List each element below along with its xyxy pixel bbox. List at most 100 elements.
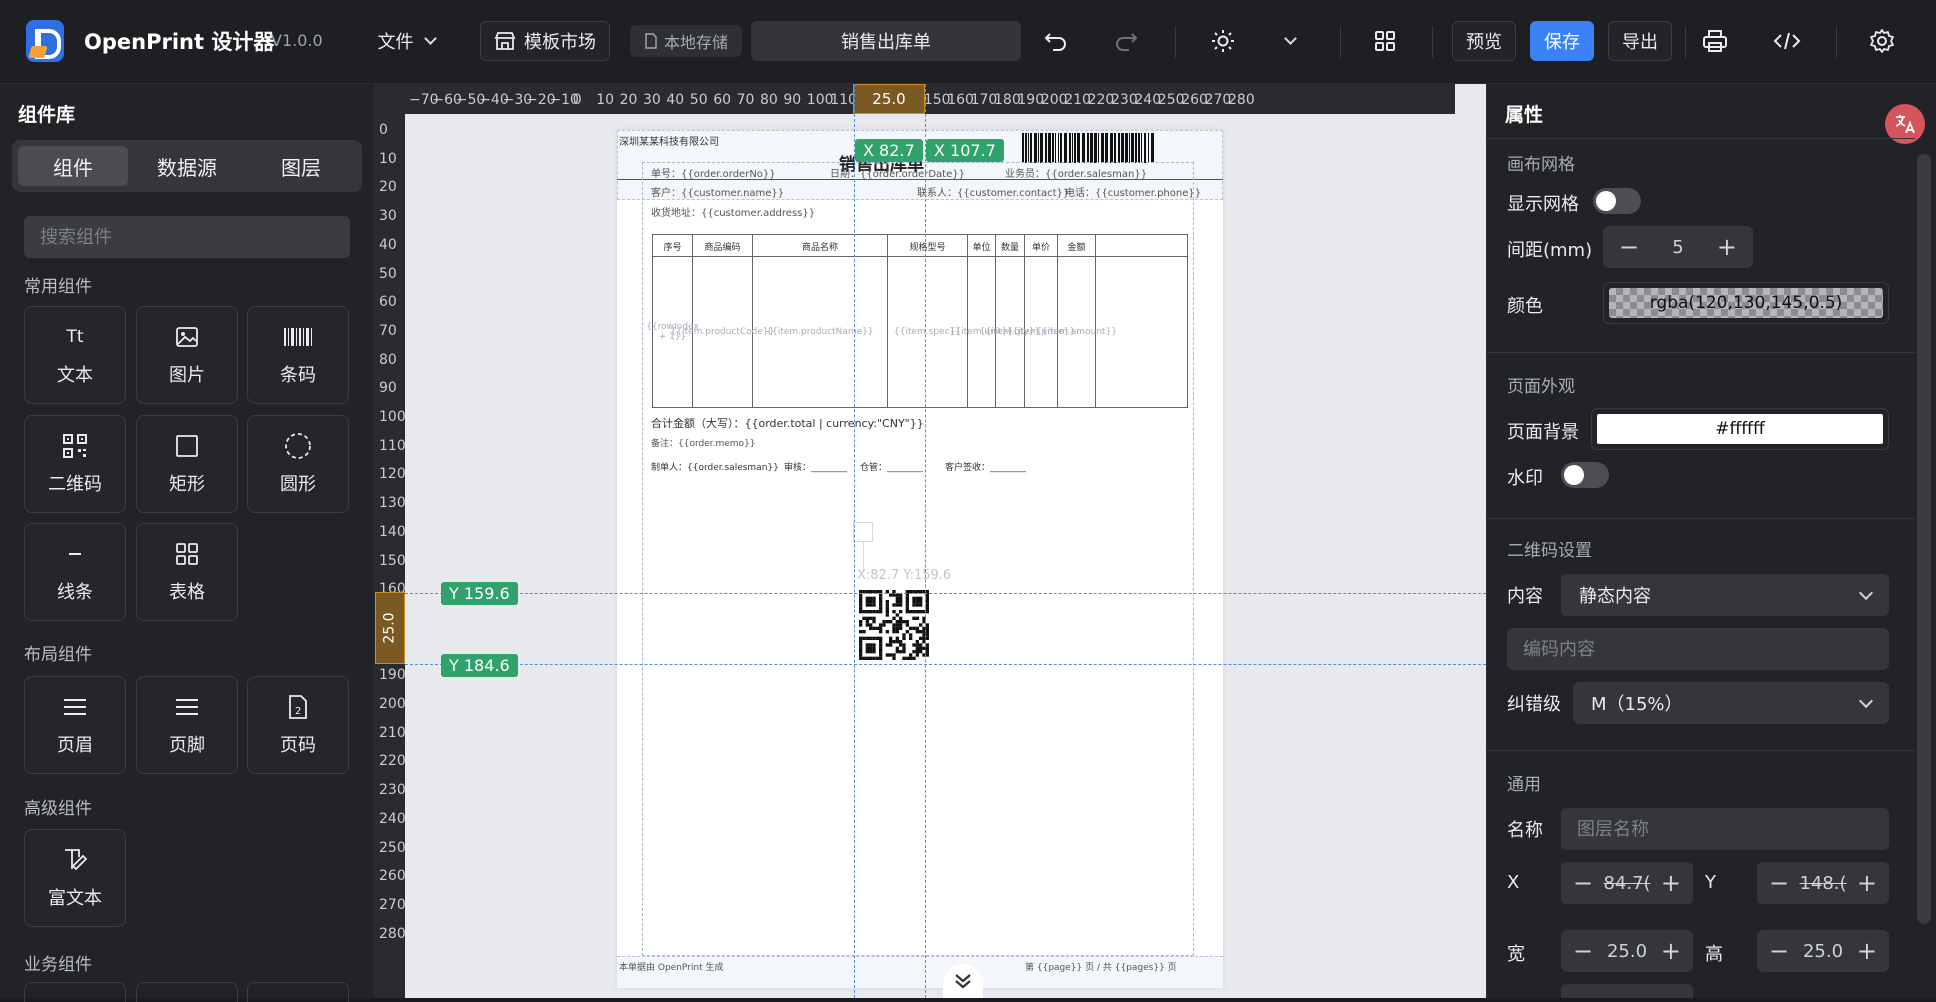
qr-module — [859, 653, 863, 657]
barcode-bar — [1131, 133, 1134, 163]
component-business-partial[interactable] — [136, 982, 238, 1002]
qr-module — [895, 600, 899, 604]
qr-module — [859, 643, 863, 647]
barcode-bar — [1074, 133, 1076, 163]
tab-components[interactable]: 组件 — [18, 146, 128, 186]
phone-field: 电话：{{customer.phone}} — [1065, 188, 1202, 199]
component-rectangle[interactable]: 矩形 — [136, 415, 238, 513]
qr-module — [879, 610, 883, 614]
svg-text:2: 2 — [295, 706, 301, 717]
undo-button[interactable] — [1036, 21, 1076, 61]
y-stepper[interactable]: − 148.( + — [1757, 862, 1889, 904]
design-canvas[interactable]: −70 −60 −50 −40 −30 −20 −10 0 10 20 30 40 50 60 70 80 90… — [375, 84, 1486, 998]
vertical-ruler[interactable]: 0 10 20 30 40 50 60 70 80 90 100 110 120 130 140 150 160… — [375, 114, 406, 998]
export-button[interactable]: 导出 — [1608, 21, 1672, 61]
minus-icon[interactable]: − — [1573, 871, 1593, 895]
collapse-handle[interactable] — [943, 964, 983, 998]
width-stepper[interactable]: − 25.0 + — [1561, 930, 1693, 972]
print-page[interactable]: 深圳某某科技有限公司 销售出库单 单号：{{order.orderNo}} 日期… — [617, 130, 1223, 988]
plus-icon[interactable]: + — [1857, 871, 1877, 895]
rotation-stepper-partial[interactable] — [1561, 984, 1693, 998]
component-qrcode[interactable]: 二维码 — [24, 415, 126, 513]
component-header[interactable]: 页眉 — [24, 676, 126, 774]
qr-module — [859, 600, 863, 604]
component-table[interactable]: 表格 — [136, 523, 238, 621]
plus-icon[interactable]: + — [1857, 939, 1877, 963]
qr-module — [872, 626, 876, 630]
plus-icon[interactable]: + — [1661, 871, 1681, 895]
theme-toggle-button[interactable] — [1202, 21, 1244, 61]
watermark-toggle[interactable] — [1561, 462, 1609, 488]
items-table[interactable]: 序号 {{rowIndex + 1}} 商品编码 {{item.productCode… — [646, 234, 1188, 408]
settings-button[interactable] — [1862, 21, 1902, 61]
qr-module — [899, 620, 903, 624]
document-name-field[interactable]: 销售出库单 — [751, 21, 1021, 61]
component-search-input[interactable] — [24, 216, 350, 258]
component-business-partial[interactable] — [247, 982, 349, 1002]
plus-icon[interactable]: + — [1717, 235, 1737, 259]
plus-icon[interactable]: + — [1661, 939, 1681, 963]
ruler-tick-label: 130 — [379, 495, 406, 512]
qr-module — [859, 620, 863, 624]
theme-dropdown-button[interactable] — [1272, 21, 1308, 61]
component-rich-text[interactable]: 富文本 — [24, 829, 126, 927]
tab-layers[interactable]: 图层 — [246, 146, 356, 186]
qr-module — [892, 603, 896, 607]
save-button[interactable]: 保存 — [1530, 21, 1594, 61]
component-image[interactable]: 图片 — [136, 306, 238, 404]
barcode-bar — [1118, 133, 1120, 163]
qr-module — [895, 626, 899, 630]
qr-content-select[interactable]: 静态内容 — [1561, 574, 1889, 616]
drag-handle-ghost — [853, 522, 873, 542]
spacing-stepper[interactable]: − 5 + — [1603, 226, 1753, 268]
component-circle[interactable]: 圆形 — [247, 415, 349, 513]
layer-name-input[interactable] — [1561, 808, 1889, 850]
template-market-button[interactable]: 模板市场 — [480, 21, 610, 61]
minus-icon[interactable]: − — [1573, 939, 1593, 963]
code-view-button[interactable] — [1767, 21, 1807, 61]
qrcode-icon — [62, 432, 88, 460]
component-footer[interactable]: 页脚 — [136, 676, 238, 774]
minus-icon[interactable]: − — [1769, 871, 1789, 895]
preview-button[interactable]: 预览 — [1452, 21, 1516, 61]
component-line[interactable]: 线条 — [24, 523, 126, 621]
minus-icon[interactable]: − — [1769, 939, 1789, 963]
toolbar-divider — [1340, 26, 1341, 58]
sun-icon — [1212, 30, 1234, 52]
height-stepper[interactable]: − 25.0 + — [1757, 930, 1889, 972]
file-menu-button[interactable]: 文件 — [366, 21, 446, 61]
qr-module — [909, 656, 913, 660]
properties-scrollbar[interactable] — [1917, 154, 1931, 924]
qr-module — [905, 606, 909, 610]
component-barcode[interactable]: 条码 — [247, 306, 349, 404]
component-business-partial[interactable] — [24, 982, 126, 1002]
show-grid-toggle[interactable] — [1593, 188, 1641, 214]
grid-color-picker[interactable]: rgba(120,130,145,0.5) — [1603, 282, 1889, 324]
ecc-select[interactable]: M（15%） — [1573, 682, 1889, 724]
qr-module — [925, 630, 929, 634]
layout-grid-button[interactable] — [1365, 21, 1405, 61]
x-stepper[interactable]: − 84.7( + — [1561, 862, 1693, 904]
qrcode-element[interactable] — [859, 590, 929, 660]
qr-module — [872, 610, 876, 614]
table-header-cell: 单价 — [1025, 235, 1058, 257]
component-page-number[interactable]: 2 页码 — [247, 676, 349, 774]
width-label: 宽 — [1507, 944, 1525, 965]
table-header-cell: 序号 — [653, 235, 693, 257]
tab-datasource[interactable]: 数据源 — [132, 146, 242, 186]
qr-module — [895, 650, 899, 654]
print-button[interactable] — [1695, 21, 1735, 61]
qr-module — [882, 620, 886, 624]
component-text[interactable]: Tt 文本 — [24, 306, 126, 404]
barcode-element[interactable] — [1022, 133, 1154, 163]
redo-button[interactable] — [1106, 21, 1146, 61]
minus-icon[interactable]: − — [1619, 235, 1639, 259]
watermark-label: 水印 — [1507, 468, 1543, 489]
qr-module — [919, 610, 923, 614]
qr-encode-input[interactable] — [1507, 628, 1889, 670]
spacing-label: 间距(mm) — [1507, 240, 1593, 261]
page-bg-picker[interactable]: #ffffff — [1591, 408, 1889, 450]
qr-module — [905, 630, 909, 634]
qr-module — [892, 623, 896, 627]
barcode-bar — [1040, 133, 1043, 163]
